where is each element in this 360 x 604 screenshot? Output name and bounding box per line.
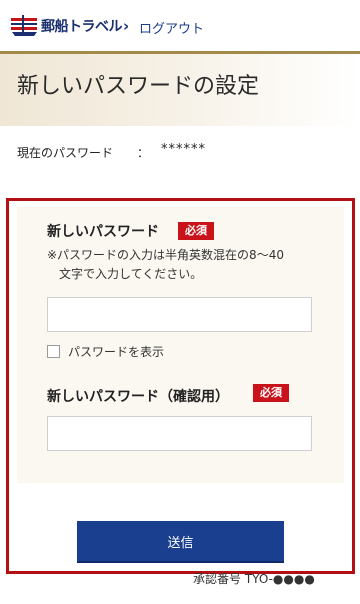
page-title: 新しいパスワードの設定 <box>17 74 260 99</box>
confirm-password-input[interactable] <box>47 416 312 451</box>
ship-flag-icon <box>11 15 37 36</box>
password-rule-note-line2: 文字で入力してください。 <box>59 267 203 281</box>
current-password-value: ****** <box>161 142 206 157</box>
confirm-password-label: 新しいパスワード（確認用） <box>47 389 229 405</box>
new-password-label: 新しいパスワード <box>47 224 159 240</box>
approval-number: 承認番号 TYO-●●●● <box>193 572 315 586</box>
required-badge: 必須 <box>253 384 289 402</box>
show-password-checkbox[interactable] <box>47 344 60 358</box>
required-badge: 必須 <box>178 222 214 240</box>
app-header: 郵船トラベル › ログアウト <box>0 0 360 51</box>
brand-name: 郵船トラベル <box>41 19 123 35</box>
password-rule-note-line1: ※パスワードの入力は半角英数混在の8〜40 <box>47 248 284 262</box>
show-password-label: パスワードを表示 <box>68 344 165 359</box>
show-password-toggle[interactable]: パスワードを表示 <box>47 343 164 359</box>
chevron-right-icon: › <box>123 17 130 35</box>
brand-logo[interactable]: 郵船トラベル › <box>10 14 129 38</box>
current-password-label: 現在のパスワード <box>17 146 114 160</box>
current-password-separator: ： <box>137 146 150 160</box>
submit-button[interactable]: 送信 <box>77 521 284 561</box>
logout-link[interactable]: ログアウト <box>139 18 204 37</box>
password-rule-note: ※パスワードの入力は半角英数混在の8〜40 文字で入力してください。 <box>47 246 322 284</box>
new-password-input[interactable] <box>47 297 312 332</box>
